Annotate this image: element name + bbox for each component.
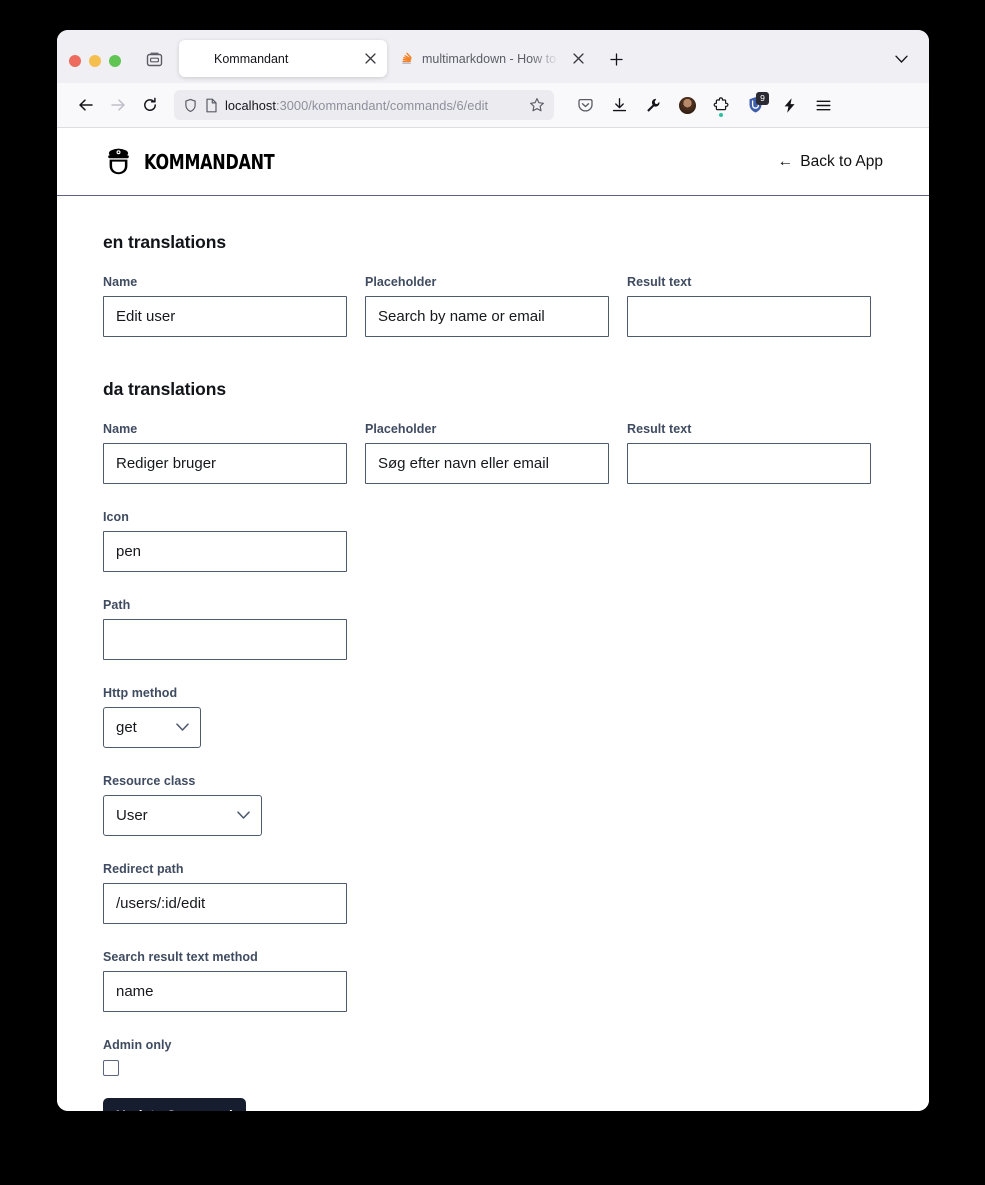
back-navigation-icon[interactable] [71, 90, 101, 120]
translations-row-en: Name Edit user Placeholder Search by nam… [103, 275, 883, 337]
browser-toolbar-icons: 9 [570, 90, 838, 120]
da-placeholder-input[interactable]: Søg efter navn eller email [365, 443, 609, 484]
resource-class-value: User [116, 807, 148, 824]
ublock-badge-count: 9 [756, 92, 769, 105]
close-window-button[interactable] [69, 55, 81, 67]
en-placeholder-input[interactable]: Search by name or email [365, 296, 609, 337]
shield-icon[interactable] [183, 98, 198, 113]
url-text[interactable]: localhost:3000/kommandant/commands/6/edi… [225, 98, 519, 113]
field-http-method: Http method get [103, 686, 883, 748]
hamburger-menu-icon[interactable] [808, 90, 838, 120]
tab-multimarkdown[interactable]: multimarkdown - How to link to [387, 40, 595, 77]
chevron-down-icon [176, 723, 189, 732]
close-tab-icon[interactable] [569, 50, 587, 68]
field-label: Redirect path [103, 862, 184, 876]
wrench-icon[interactable] [638, 90, 668, 120]
field-label: Path [103, 598, 131, 612]
update-command-button[interactable]: Update Command [103, 1098, 246, 1111]
account-avatar-icon[interactable] [672, 90, 702, 120]
arrow-left-icon: ← [777, 152, 794, 170]
section-title-da: da translations [103, 379, 226, 399]
new-tab-button[interactable] [601, 44, 631, 74]
field-label: Icon [103, 510, 129, 524]
bookmark-star-icon[interactable] [526, 94, 548, 116]
field-label: Result text [627, 422, 692, 436]
field-en-name: Name Edit user [103, 275, 347, 337]
maximize-window-button[interactable] [109, 55, 121, 67]
ublock-origin-icon[interactable]: 9 [740, 90, 770, 120]
field-label: Admin only [103, 1038, 172, 1052]
http-method-value: get [116, 719, 137, 736]
field-da-placeholder: Placeholder Søg efter navn eller email [365, 422, 609, 484]
http-method-select[interactable]: get [103, 707, 201, 748]
police-cap-icon [103, 146, 134, 177]
tab-strip: Kommandant multimarkdown - How to lin [57, 30, 929, 83]
blank-page-icon [191, 51, 207, 67]
reload-icon[interactable] [135, 90, 165, 120]
field-admin-only: Admin only [103, 1038, 883, 1076]
minimize-window-button[interactable] [89, 55, 101, 67]
field-label: Name [103, 422, 138, 436]
url-path: :3000/kommandant/commands/6/edit [275, 97, 489, 113]
url-host: localhost [225, 97, 276, 113]
resource-class-select[interactable]: User [103, 795, 262, 836]
redirect-path-input[interactable]: /users/:id/edit [103, 883, 347, 924]
field-label: Name [103, 275, 138, 289]
back-to-app-label: Back to App [800, 152, 883, 170]
da-result-text-input[interactable] [627, 443, 871, 484]
field-da-result-text: Result text [627, 422, 871, 484]
section-title-en: en translations [103, 232, 226, 252]
search-result-text-method-input[interactable]: name [103, 971, 347, 1012]
field-label: Search result text method [103, 950, 258, 964]
field-label: Http method [103, 686, 178, 700]
pocket-icon[interactable] [570, 90, 600, 120]
translations-row-da: Name Rediger bruger Placeholder Søg efte… [103, 422, 883, 484]
address-bar[interactable]: localhost:3000/kommandant/commands/6/edi… [174, 90, 554, 120]
field-search-result-text-method: Search result text method name [103, 950, 347, 1012]
da-name-input[interactable]: Rediger bruger [103, 443, 347, 484]
field-en-placeholder: Placeholder Search by name or email [365, 275, 609, 337]
field-label: Placeholder [365, 422, 437, 436]
page-info-icon[interactable] [205, 98, 218, 113]
command-edit-form: en translations Name Edit user Placehold… [57, 196, 929, 1111]
stackoverflow-icon [399, 51, 415, 67]
tab-title: Kommandant [214, 51, 289, 66]
field-label: Resource class [103, 774, 196, 788]
en-result-text-input[interactable] [627, 296, 871, 337]
downloads-icon[interactable] [604, 90, 634, 120]
field-redirect-path: Redirect path /users/:id/edit [103, 862, 347, 924]
extension-status-dot [719, 113, 723, 117]
field-path: Path [103, 598, 347, 660]
browser-window: Kommandant multimarkdown - How to lin [57, 30, 929, 1111]
close-tab-icon[interactable] [361, 50, 379, 68]
navigation-toolbar: localhost:3000/kommandant/commands/6/edi… [57, 83, 929, 128]
tab-title: multimarkdown - How to link to [422, 51, 562, 66]
lightning-icon[interactable] [774, 90, 804, 120]
brand-name: KOMMANDANT [144, 149, 275, 174]
icon-input[interactable]: pen [103, 531, 347, 572]
window-traffic-lights [69, 55, 121, 83]
page-content: KOMMANDANT ← Back to App en translations… [57, 128, 929, 1111]
en-name-input[interactable]: Edit user [103, 296, 347, 337]
path-input[interactable] [103, 619, 347, 660]
extensions-puzzle-icon[interactable] [706, 90, 736, 120]
tab-kommandant[interactable]: Kommandant [179, 40, 387, 77]
field-icon: Icon pen [103, 510, 347, 572]
forward-navigation-icon[interactable] [103, 90, 133, 120]
chevron-down-icon [237, 811, 250, 820]
field-label: Placeholder [365, 275, 437, 289]
firefox-view-icon[interactable] [139, 44, 169, 74]
field-da-name: Name Rediger bruger [103, 422, 347, 484]
back-to-app-link[interactable]: ← Back to App [778, 153, 883, 171]
app-header: KOMMANDANT ← Back to App [57, 128, 929, 196]
field-en-result-text: Result text [627, 275, 871, 337]
admin-only-checkbox[interactable] [103, 1060, 119, 1076]
field-resource-class: Resource class User [103, 774, 883, 836]
brand-logo[interactable]: KOMMANDANT [103, 146, 307, 177]
list-all-tabs-chevron-down-icon[interactable] [889, 47, 913, 71]
field-label: Result text [627, 275, 692, 289]
